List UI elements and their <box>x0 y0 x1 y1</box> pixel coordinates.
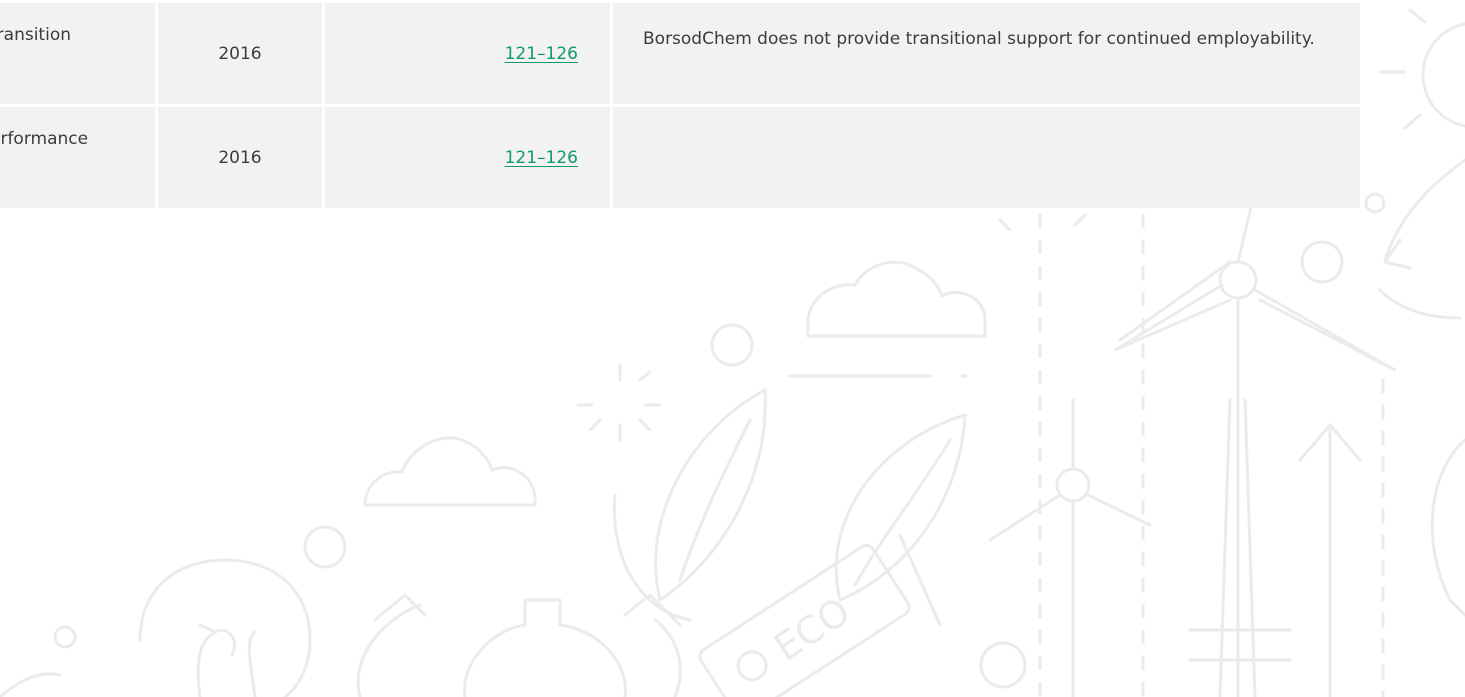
arrow-up-icon <box>1298 423 1362 697</box>
topic-cell: erformance <box>0 104 158 208</box>
topic-text: transition <box>0 24 71 45</box>
cloud-icon <box>788 260 987 378</box>
wind-turbine-icon <box>1113 188 1397 697</box>
pages-link[interactable]: 121–126 <box>505 44 610 64</box>
results-table: transition 2016 121–126 BorsodChem does … <box>0 0 1360 208</box>
dot-icon <box>303 525 347 569</box>
power-pylon-icon <box>998 213 1087 232</box>
leaf-icon <box>612 388 967 622</box>
cloud-icon <box>363 436 537 507</box>
pages-link[interactable]: 121–126 <box>505 148 610 168</box>
year-text: 2016 <box>218 43 262 64</box>
dot-icon <box>53 625 77 649</box>
year-text: 2016 <box>218 147 262 168</box>
lightbulb-icon <box>138 558 312 697</box>
eco-tag-icon: ECO <box>698 544 911 697</box>
pages-cell: 121–126 <box>323 104 613 208</box>
sparkle-icon <box>576 363 662 442</box>
sun-icon <box>1378 8 1465 130</box>
topic-cell: transition <box>0 0 158 106</box>
note-text: BorsodChem does not provide transitional… <box>643 28 1315 49</box>
dot-icon <box>1364 192 1386 214</box>
recycle-icon <box>1378 158 1465 320</box>
dot-icon <box>979 641 1027 689</box>
gear-icon <box>356 593 682 697</box>
dot-icon <box>1300 240 1344 284</box>
pages-cell: 121–126 <box>323 0 613 106</box>
dot-icon <box>710 323 754 367</box>
decorative-curve <box>0 672 62 697</box>
table-row: erformance 2016 121–126 <box>0 104 1360 208</box>
decorative-curve <box>1430 438 1465 617</box>
wind-turbine-icon <box>988 398 1152 697</box>
note-cell <box>611 104 1360 208</box>
topic-text: erformance <box>0 128 89 149</box>
note-cell: BorsodChem does not provide transitional… <box>611 0 1360 106</box>
page: ECO ransition 2016 121–126 BorsodChem do… <box>0 0 1465 697</box>
year-cell: 2016 <box>156 104 325 208</box>
tag-string <box>898 533 942 627</box>
year-cell: 2016 <box>156 0 325 106</box>
table-row: transition 2016 121–126 BorsodChem does … <box>0 0 1360 106</box>
